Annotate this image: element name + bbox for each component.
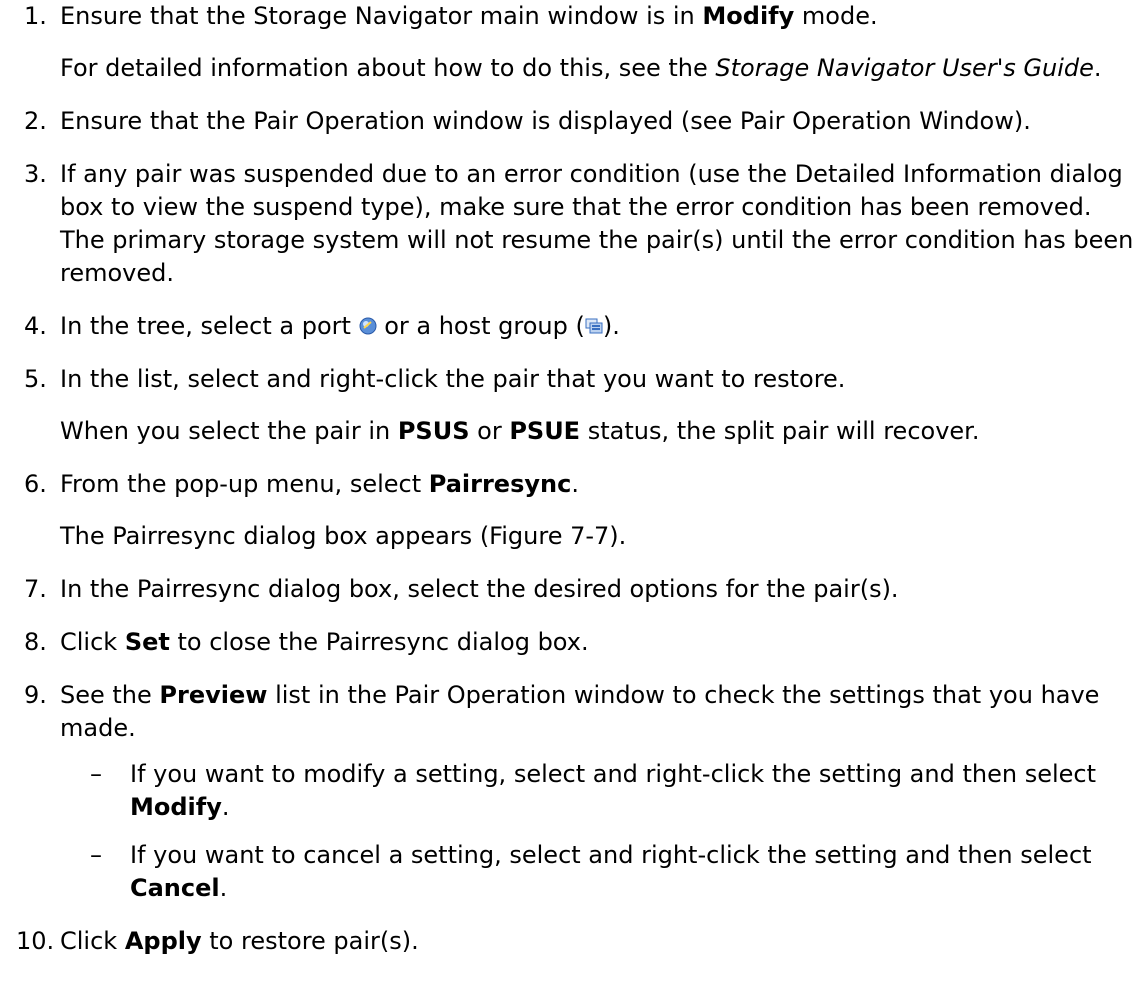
emphasis-term: Apply xyxy=(124,927,202,955)
text-run: or xyxy=(469,417,510,445)
step-item: 8. Click Set to close the Pairresync dial… xyxy=(0,626,1138,659)
step-number: 1. xyxy=(24,2,47,30)
step-text: In the list, select and right-click the … xyxy=(60,363,1138,396)
text-run: If any pair was suspended due to an erro… xyxy=(60,160,1134,287)
text-run: . xyxy=(219,874,228,902)
host-group-icon xyxy=(585,317,603,335)
sub-bullet-item: – If you want to modify a setting, select… xyxy=(60,758,1138,824)
text-run: to restore pair(s). xyxy=(201,927,419,955)
step-text: See the Preview list in the Pair Operati… xyxy=(60,679,1138,745)
text-run: Click xyxy=(60,628,125,656)
text-run: In the list, select and right-click the … xyxy=(60,365,846,393)
text-run: . xyxy=(1093,54,1102,82)
bullet-text: If you want to modify a setting, select … xyxy=(130,760,1096,821)
step-text: If any pair was suspended due to an erro… xyxy=(60,158,1138,290)
step-text: In the Pairresync dialog box, select the… xyxy=(60,573,1138,606)
step-text: Ensure that the Storage Navigator main w… xyxy=(60,0,1138,33)
emphasis-term: Modify xyxy=(130,793,222,821)
text-run: Ensure that the Storage Navigator main w… xyxy=(60,2,703,30)
emphasis-term: PSUE xyxy=(509,417,581,445)
step-note: For detailed information about how to do… xyxy=(60,52,1138,85)
step-item: 6. From the pop-up menu, select Pairresyn… xyxy=(0,468,1138,553)
text-run: . xyxy=(221,793,230,821)
step-text: From the pop-up menu, select Pairresync. xyxy=(60,468,1138,501)
emphasis-term: Set xyxy=(124,628,170,656)
step-text: Click Apply to restore pair(s). xyxy=(60,925,1138,958)
step-number: 10. xyxy=(16,927,55,955)
text-run: The Pairresync dialog box appears (Figur… xyxy=(60,522,627,550)
step-item: 5. In the list, select and right-click th… xyxy=(0,363,1138,448)
step-number: 9. xyxy=(24,681,47,709)
step-number: 8. xyxy=(24,628,47,656)
bullet-dash: – xyxy=(90,841,102,869)
text-run: In the tree, select a port xyxy=(60,312,359,340)
step-item: 2. Ensure that the Pair Operation window … xyxy=(0,105,1138,138)
step-text: Ensure that the Pair Operation window is… xyxy=(60,105,1138,138)
bullet-dash: – xyxy=(90,760,102,788)
step-item: 10. Click Apply to restore pair(s). xyxy=(0,925,1138,958)
step-number: 3. xyxy=(24,160,47,188)
text-run: or a host group ( xyxy=(376,312,585,340)
bullet-text: If you want to cancel a setting, select … xyxy=(130,841,1092,902)
emphasis-term: Cancel xyxy=(130,874,220,902)
step-item: 4. In the tree, select a port or a host g… xyxy=(0,310,1138,343)
text-run: Click xyxy=(60,927,125,955)
text-run: In the Pairresync dialog box, select the… xyxy=(60,575,899,603)
step-text: In the tree, select a port or a host gro… xyxy=(60,310,1138,343)
step-text: Click Set to close the Pairresync dialog… xyxy=(60,626,1138,659)
step-item: 1. Ensure that the Storage Navigator main… xyxy=(0,0,1138,85)
port-icon xyxy=(359,317,377,335)
emphasis-term: PSUS xyxy=(397,417,470,445)
step-number: 2. xyxy=(24,107,47,135)
text-run: If you want to cancel a setting, select … xyxy=(130,841,1092,869)
text-run: From the pop-up menu, select xyxy=(60,470,429,498)
sub-bullet-item: – If you want to cancel a setting, select… xyxy=(60,839,1138,905)
text-run: When you select the pair in xyxy=(60,417,398,445)
step-item: 9. See the Preview list in the Pair Opera… xyxy=(0,679,1138,905)
step-note: When you select the pair in PSUS or PSUE… xyxy=(60,415,1138,448)
step-item: 7. In the Pairresync dialog box, select t… xyxy=(0,573,1138,606)
emphasis-term: Pairresync xyxy=(428,470,572,498)
text-run: Ensure that the Pair Operation window is… xyxy=(60,107,1031,135)
text-run: ). xyxy=(602,312,620,340)
reference-title: Storage Navigator User's Guide xyxy=(715,54,1094,82)
step-number: 6. xyxy=(24,470,47,498)
text-run: If you want to modify a setting, select … xyxy=(130,760,1096,788)
step-number: 5. xyxy=(24,365,47,393)
emphasis-term: Modify xyxy=(702,2,795,30)
text-run: mode. xyxy=(794,2,878,30)
text-run: status, the split pair will recover. xyxy=(580,417,980,445)
step-note: The Pairresync dialog box appears (Figur… xyxy=(60,520,1138,553)
text-run: See the xyxy=(60,681,160,709)
text-run: to close the Pairresync dialog box. xyxy=(169,628,589,656)
text-run: . xyxy=(571,470,579,498)
text-run: For detailed information about how to do… xyxy=(60,54,716,82)
procedure-steps: 1. Ensure that the Storage Navigator main… xyxy=(0,0,1138,978)
step-item: 3. If any pair was suspended due to an er… xyxy=(0,158,1138,290)
emphasis-term: Preview xyxy=(159,681,268,709)
step-number: 4. xyxy=(24,312,47,340)
sub-bullet-list: – If you want to modify a setting, select… xyxy=(60,758,1138,905)
step-number: 7. xyxy=(24,575,47,603)
